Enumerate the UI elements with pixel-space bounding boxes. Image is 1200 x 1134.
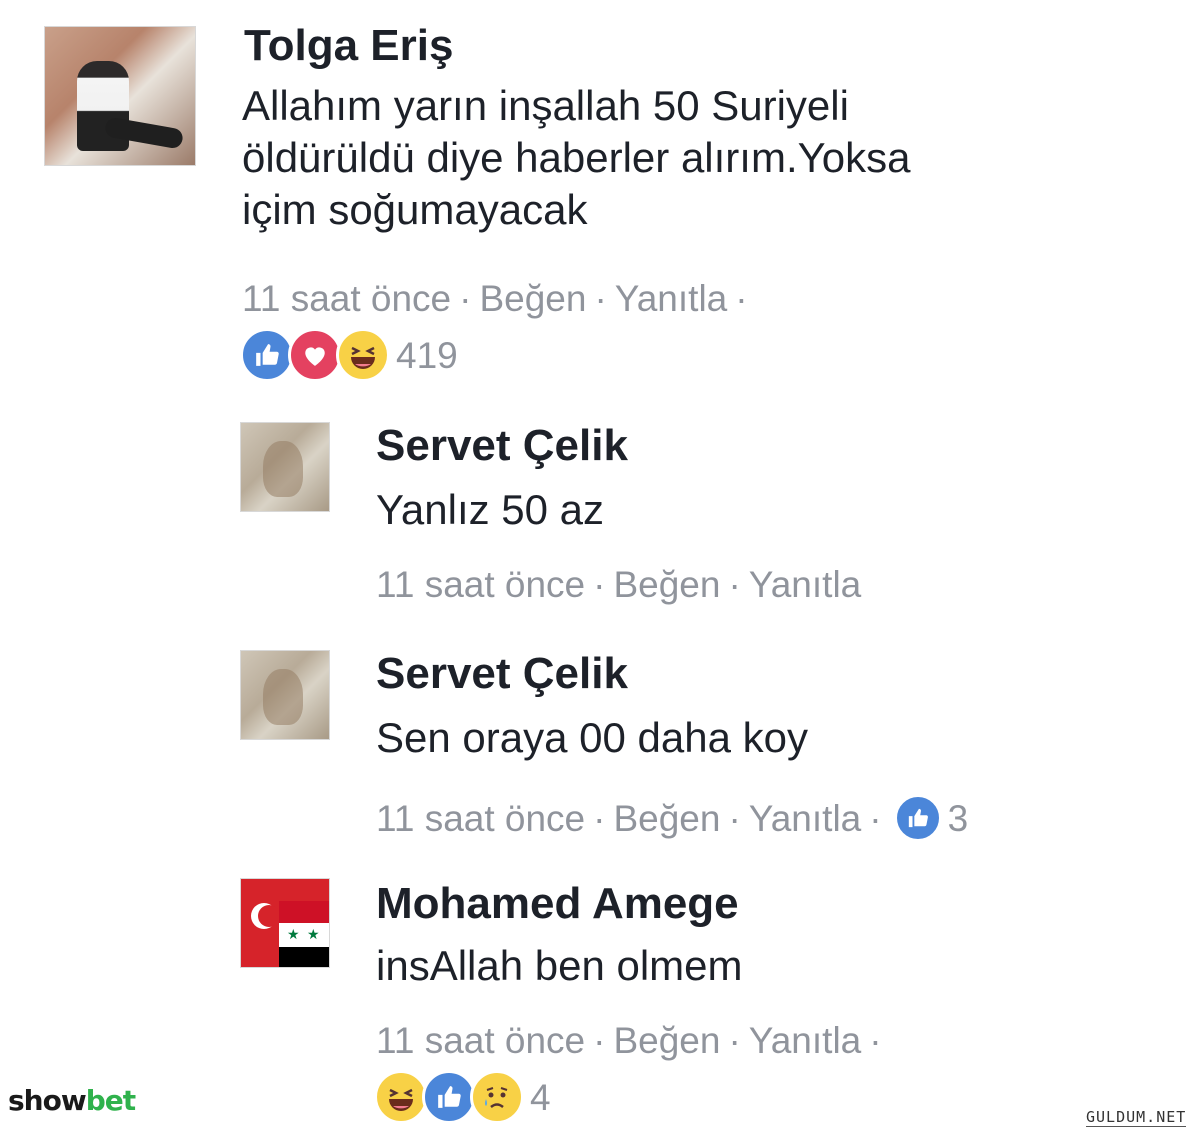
- meta-separator: ·: [593, 797, 606, 839]
- reply-link[interactable]: Yanıtla: [615, 280, 727, 317]
- love-icon: [288, 328, 342, 382]
- avatar-servet[interactable]: [240, 422, 330, 512]
- comment-meta: 11 saat önce · Beğen · Yanıtla ·: [242, 280, 756, 317]
- reply-text: insAllah ben olmem: [376, 942, 743, 989]
- meta-separator: ·: [869, 1020, 882, 1061]
- avatar-servet[interactable]: [240, 650, 330, 740]
- avatar-photo: [263, 669, 303, 725]
- reply-link[interactable]: Yanıtla: [749, 566, 861, 603]
- like-link[interactable]: Beğen: [613, 800, 720, 837]
- meta-separator: ·: [728, 564, 741, 605]
- reply-author-name[interactable]: Servet Çelik: [376, 652, 628, 696]
- meta-separator: ·: [735, 278, 748, 319]
- avatar-photo: [263, 441, 303, 497]
- meta-separator: ·: [593, 1020, 606, 1061]
- reply-link[interactable]: Yanıtla: [749, 800, 861, 837]
- reply-timestamp[interactable]: 11 saat önce: [376, 566, 585, 603]
- meta-separator: ·: [593, 564, 606, 605]
- reply-meta: 11 saat önce · Beğen · Yanıtla · 3: [376, 794, 968, 842]
- reaction-count: 419: [396, 334, 458, 376]
- sad-icon: [470, 1070, 524, 1124]
- like-icon: [240, 328, 294, 382]
- watermark-prefix: show: [8, 1084, 87, 1117]
- reply-link[interactable]: Yanıtla: [749, 1022, 861, 1059]
- reply-timestamp[interactable]: 11 saat önce: [376, 800, 585, 837]
- like-link[interactable]: Beğen: [613, 1022, 720, 1059]
- comment-text-line-3: içim soğumayacak: [242, 186, 588, 233]
- meta-separator: ·: [869, 797, 882, 839]
- meta-separator: ·: [728, 797, 741, 839]
- showbet-watermark: showbet: [8, 1084, 136, 1117]
- like-link[interactable]: Beğen: [479, 280, 586, 317]
- flag-crescent-cut: [258, 905, 280, 927]
- syrian-flag: ★ ★: [279, 901, 329, 967]
- comment-timestamp[interactable]: 11 saat önce: [242, 280, 451, 317]
- meta-separator: ·: [459, 278, 472, 319]
- watermark-accent: bet: [85, 1084, 136, 1117]
- comment-author-name[interactable]: Tolga Eriş: [244, 24, 453, 68]
- avatar-mohamed[interactable]: ★ ★: [240, 878, 330, 968]
- comment-text-line-1: Allahım yarın inşallah 50 Suriyeli: [242, 82, 849, 129]
- reaction-count: 4: [530, 1076, 551, 1118]
- reaction-summary[interactable]: 419: [240, 328, 458, 382]
- comment-text-line-2: öldürüldü diye haberler alırım.Yoksa: [242, 134, 911, 181]
- like-icon: [422, 1070, 476, 1124]
- reply-meta: 11 saat önce · Beğen · Yanıtla ·: [376, 1022, 890, 1059]
- meta-separator: ·: [594, 278, 607, 319]
- reply-author-name[interactable]: Servet Çelik: [376, 424, 628, 468]
- reply-text: Yanlız 50 az: [376, 486, 605, 533]
- reaction-summary[interactable]: 4: [374, 1070, 551, 1124]
- haha-icon: [336, 328, 390, 382]
- reply-timestamp[interactable]: 11 saat önce: [376, 1022, 585, 1059]
- like-link[interactable]: Beğen: [613, 566, 720, 603]
- haha-icon: [374, 1070, 428, 1124]
- site-watermark: GULDUM.NET: [1086, 1108, 1187, 1127]
- meta-separator: ·: [728, 1020, 741, 1061]
- like-icon[interactable]: [893, 794, 942, 842]
- reply-text: Sen oraya 00 daha koy: [376, 714, 808, 761]
- reply-meta: 11 saat önce · Beğen · Yanıtla: [376, 566, 861, 603]
- reaction-count: 3: [947, 797, 969, 839]
- avatar-tolga[interactable]: [44, 26, 196, 166]
- reply-author-name[interactable]: Mohamed Amege: [376, 882, 739, 926]
